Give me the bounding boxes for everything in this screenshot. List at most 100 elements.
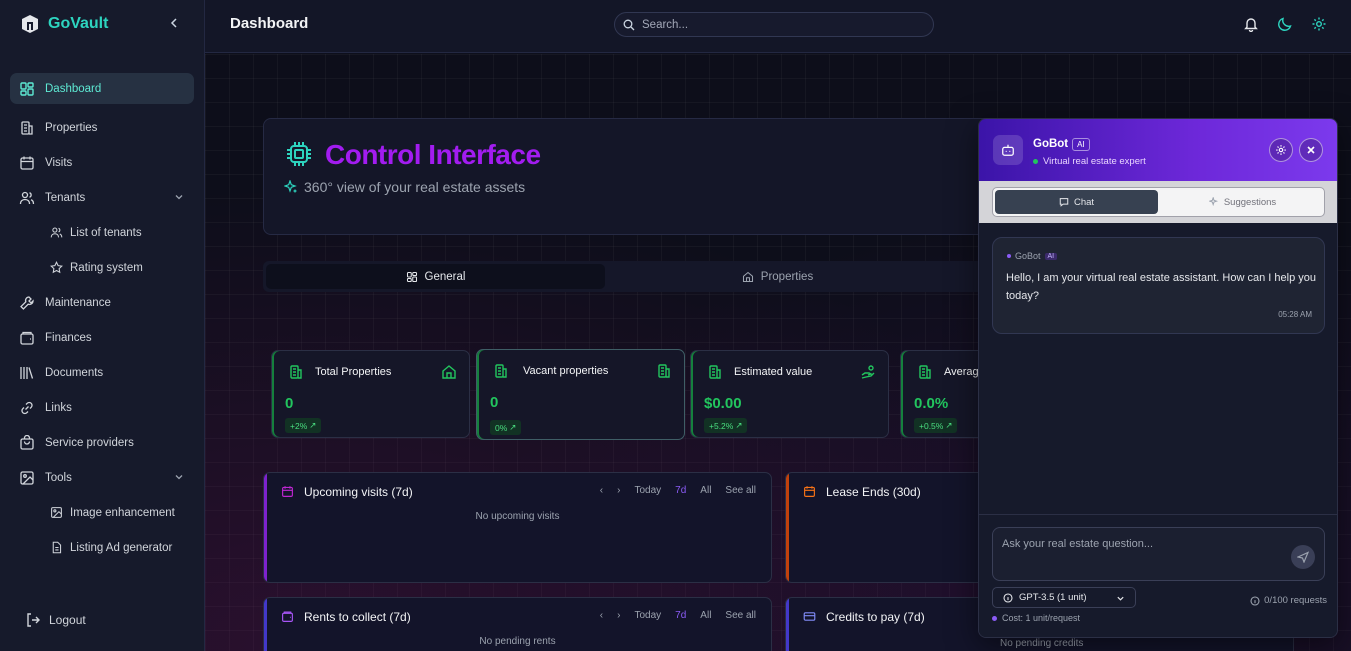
prev-button[interactable]: ‹ — [600, 485, 603, 496]
stat-badge: +0.5% ↗ — [914, 418, 958, 433]
sidebar-item-visits[interactable]: Visits — [10, 145, 194, 180]
logout-icon — [25, 612, 41, 628]
empty-state: No upcoming visits — [475, 511, 560, 522]
image-icon — [19, 470, 35, 486]
info-icon — [1003, 592, 1013, 603]
tab-properties[interactable]: Properties — [608, 264, 947, 289]
library-icon — [19, 365, 35, 381]
prev-button[interactable]: ‹ — [600, 610, 603, 621]
see-all-link[interactable]: See all — [725, 485, 756, 496]
ai-badge: AI — [1044, 252, 1058, 260]
tab-suggestions[interactable]: Suggestions — [1161, 190, 1324, 214]
all-button[interactable]: All — [700, 485, 711, 496]
sidebar-item-label: Service providers — [45, 436, 134, 449]
bot-icon — [993, 135, 1023, 165]
panel-title: Rents to collect (7d) — [304, 610, 411, 624]
sidebar-item-label: Properties — [45, 121, 98, 134]
brand[interactable]: GoVault — [20, 14, 108, 34]
page-title: Dashboard — [230, 15, 309, 32]
sidebar-nav: Dashboard Properties Visits Tenants List… — [10, 73, 194, 565]
panel-title: Upcoming visits (7d) — [304, 485, 413, 499]
hero-card: Control Interface 360° view of your real… — [263, 118, 1023, 235]
collapse-sidebar-icon[interactable] — [168, 16, 180, 30]
stat-badge: 0% ↗ — [490, 420, 522, 435]
sidebar-item-dashboard[interactable]: Dashboard — [10, 73, 194, 104]
sidebar-item-tools[interactable]: Tools — [10, 460, 194, 495]
send-button[interactable] — [1291, 545, 1315, 569]
chat-settings-button[interactable] — [1269, 138, 1293, 162]
gear-icon[interactable] — [1311, 16, 1327, 32]
wrench-icon — [19, 295, 35, 311]
see-all-link[interactable]: See all — [725, 610, 756, 621]
sidebar-item-tenants[interactable]: Tenants — [10, 180, 194, 215]
chat-close-button[interactable] — [1299, 138, 1323, 162]
tab-chat[interactable]: Chat — [995, 190, 1158, 214]
today-button[interactable]: Today — [634, 485, 661, 496]
stat-badge: +2% ↗ — [285, 418, 322, 433]
stat-value: $0.00 — [704, 395, 742, 412]
badge-text: +0.5% — [919, 420, 944, 431]
sidebar-item-list-of-tenants[interactable]: List of tenants — [10, 215, 194, 250]
sender-dot — [1007, 254, 1011, 258]
tab-label: General — [424, 270, 466, 283]
next-button[interactable]: › — [617, 610, 620, 621]
panel-title: Lease Ends (30d) — [826, 485, 921, 499]
gear-icon — [1275, 144, 1287, 156]
sidebar-item-listing-ad-generator[interactable]: Listing Ad generator — [10, 530, 194, 565]
sidebar: GoVault Dashboard Properties Visits Tena… — [0, 0, 205, 651]
users-icon — [19, 190, 35, 206]
sidebar-item-documents[interactable]: Documents — [10, 355, 194, 390]
sidebar-item-finances[interactable]: Finances — [10, 320, 194, 355]
chat-input[interactable] — [1002, 538, 1282, 568]
sidebar-item-label: Tools — [45, 471, 72, 484]
sidebar-item-maintenance[interactable]: Maintenance — [10, 285, 194, 320]
sidebar-item-rating-system[interactable]: Rating system — [10, 250, 194, 285]
message-icon — [1059, 197, 1069, 207]
home-icon — [441, 364, 457, 380]
chevron-down-icon[interactable] — [174, 192, 184, 202]
stat-card-estimated-value[interactable]: Estimated value $0.00 +5.2% ↗ — [690, 350, 889, 438]
trend-up-icon: ↗ — [945, 420, 953, 430]
search-input[interactable] — [642, 18, 902, 31]
request-count-text: 0/100 requests — [1264, 595, 1327, 606]
today-button[interactable]: Today — [634, 610, 661, 621]
next-button[interactable]: › — [617, 485, 620, 496]
building-icon — [493, 363, 509, 379]
bag-icon — [19, 434, 35, 451]
dashboard-icon — [19, 81, 35, 97]
empty-state: No pending credits — [1000, 638, 1084, 649]
tab-label: Suggestions — [1223, 196, 1277, 208]
top-bar: Dashboard — [205, 0, 1351, 53]
badge-text: 0% — [495, 422, 508, 433]
chat-footer: GPT-3.5 (1 unit) 0/100 requests Cost: 1 … — [979, 514, 1337, 637]
credit-card-icon — [803, 610, 816, 623]
week-button[interactable]: 7d — [675, 485, 686, 496]
logout-button[interactable]: Logout — [25, 612, 86, 628]
model-select[interactable]: GPT-3.5 (1 unit) — [992, 587, 1136, 608]
stat-card-total-properties[interactable]: Total Properties 0 +2% ↗ — [271, 350, 470, 438]
week-button[interactable]: 7d — [675, 610, 686, 621]
all-button[interactable]: All — [700, 610, 711, 621]
message-text: Hello, I am your virtual real estate ass… — [1006, 272, 1316, 302]
sidebar-item-label: Image enhancement — [70, 506, 175, 519]
hand-coins-icon — [860, 364, 876, 380]
cost-text: Cost: 1 unit/request — [1002, 613, 1081, 623]
sidebar-item-properties[interactable]: Properties — [10, 110, 194, 145]
stat-card-vacant-properties[interactable]: Vacant properties 0 0% ↗ — [476, 349, 685, 440]
logo-icon — [20, 14, 40, 34]
sidebar-item-links[interactable]: Links — [10, 390, 194, 425]
building-icon — [19, 120, 35, 136]
link-icon — [19, 400, 35, 416]
stat-title: Estimated value — [734, 366, 813, 378]
app-name: GoVault — [48, 15, 109, 32]
sidebar-item-image-enhancement[interactable]: Image enhancement — [10, 495, 194, 530]
search-box[interactable] — [614, 12, 934, 37]
chat-widget: GoBot AI Virtual real estate expert Chat … — [978, 118, 1338, 638]
tab-general[interactable]: General — [266, 264, 605, 289]
sidebar-item-service-providers[interactable]: Service providers — [10, 425, 194, 460]
sidebar-item-label: Tenants — [45, 191, 86, 204]
moon-icon[interactable] — [1277, 16, 1293, 32]
bell-icon[interactable] — [1243, 16, 1259, 32]
badge-text: +2% — [290, 420, 308, 431]
chevron-down-icon[interactable] — [174, 472, 184, 482]
